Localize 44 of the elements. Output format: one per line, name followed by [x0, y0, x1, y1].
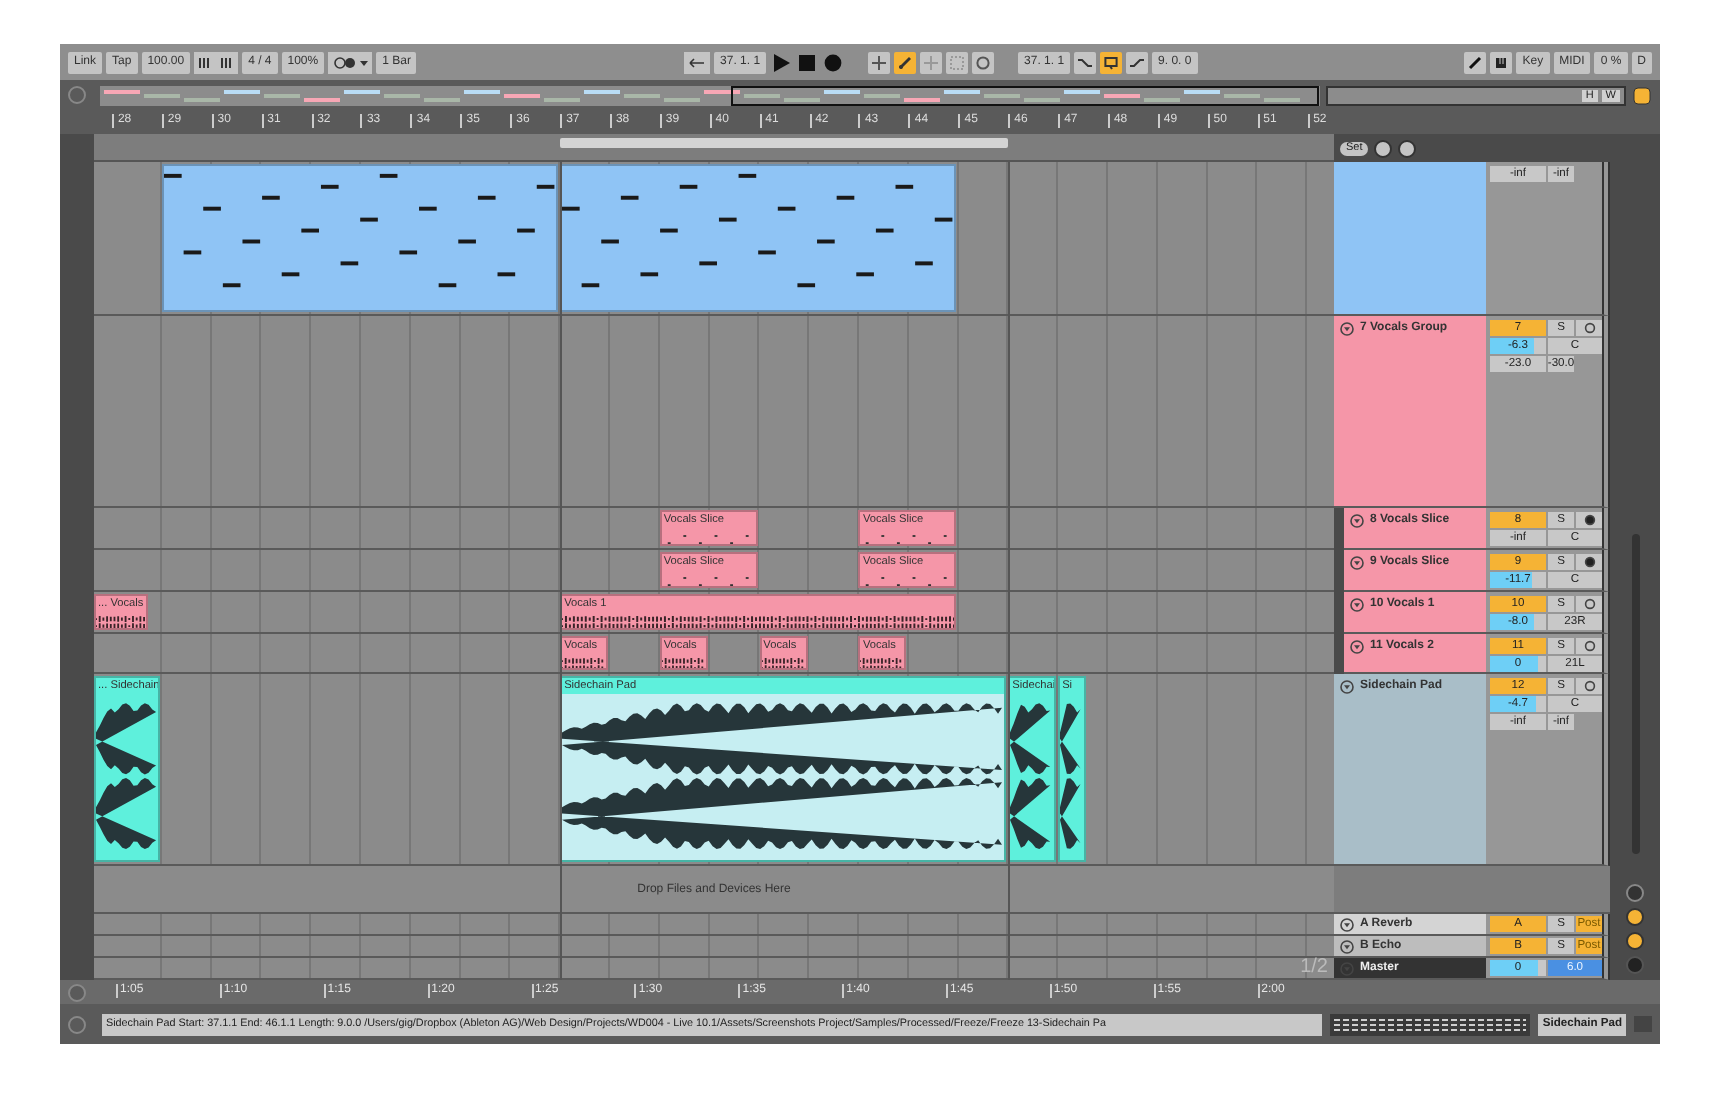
group-fold-icon[interactable] — [1340, 322, 1354, 336]
punch-in-icon[interactable] — [1074, 51, 1097, 73]
square-icon[interactable] — [1632, 85, 1652, 105]
fold-icon[interactable] — [1340, 940, 1354, 954]
circle-icon[interactable] — [1626, 884, 1644, 902]
loop-icon[interactable] — [1100, 51, 1123, 73]
fold-icon[interactable] — [1340, 680, 1354, 694]
record-icon[interactable] — [822, 51, 845, 73]
slice-markers-drawing — [667, 535, 749, 544]
slice-markers-drawing — [866, 577, 948, 586]
metronome-icon[interactable] — [328, 51, 373, 73]
overview-drawing[interactable] — [100, 85, 1320, 105]
waveform-drawing — [562, 656, 604, 668]
stop-icon[interactable] — [796, 51, 819, 73]
circle-icon[interactable] — [1626, 932, 1644, 950]
fold-icon[interactable] — [1350, 598, 1364, 612]
punch-out-icon[interactable] — [1126, 51, 1149, 73]
fold-icon[interactable] — [1350, 556, 1364, 570]
fold-icon[interactable] — [1350, 639, 1364, 653]
monitor-icon[interactable] — [1576, 554, 1602, 570]
add-icon[interactable] — [868, 51, 891, 73]
waveform-drawing — [96, 615, 145, 627]
monitor-icon[interactable] — [1576, 596, 1602, 612]
pencil-icon[interactable] — [1464, 51, 1487, 73]
monitor-icon[interactable] — [1576, 512, 1602, 528]
previous-locator-icon[interactable] — [1374, 139, 1393, 157]
waveform-drawing — [860, 656, 903, 668]
circle-icon[interactable] — [1626, 908, 1644, 926]
monitor-icon[interactable] — [1576, 320, 1602, 336]
slice-markers-drawing — [866, 535, 948, 544]
fold-icon[interactable] — [1350, 514, 1364, 528]
monitor-icon[interactable] — [1576, 678, 1602, 694]
monitor-icon[interactable] — [1576, 637, 1602, 653]
play-icon[interactable] — [770, 51, 793, 73]
clip[interactable] — [560, 164, 957, 312]
fold-icon[interactable] — [1340, 918, 1354, 932]
waveform-drawing — [661, 656, 703, 668]
waveform-drawing — [761, 656, 803, 668]
next-locator-icon[interactable] — [1398, 139, 1417, 157]
clip[interactable] — [161, 164, 559, 312]
keyboard-icon[interactable] — [1490, 51, 1513, 73]
slice-markers-drawing — [667, 577, 749, 586]
automation-arm-icon[interactable] — [894, 51, 917, 73]
circle-icon[interactable] — [972, 51, 995, 73]
